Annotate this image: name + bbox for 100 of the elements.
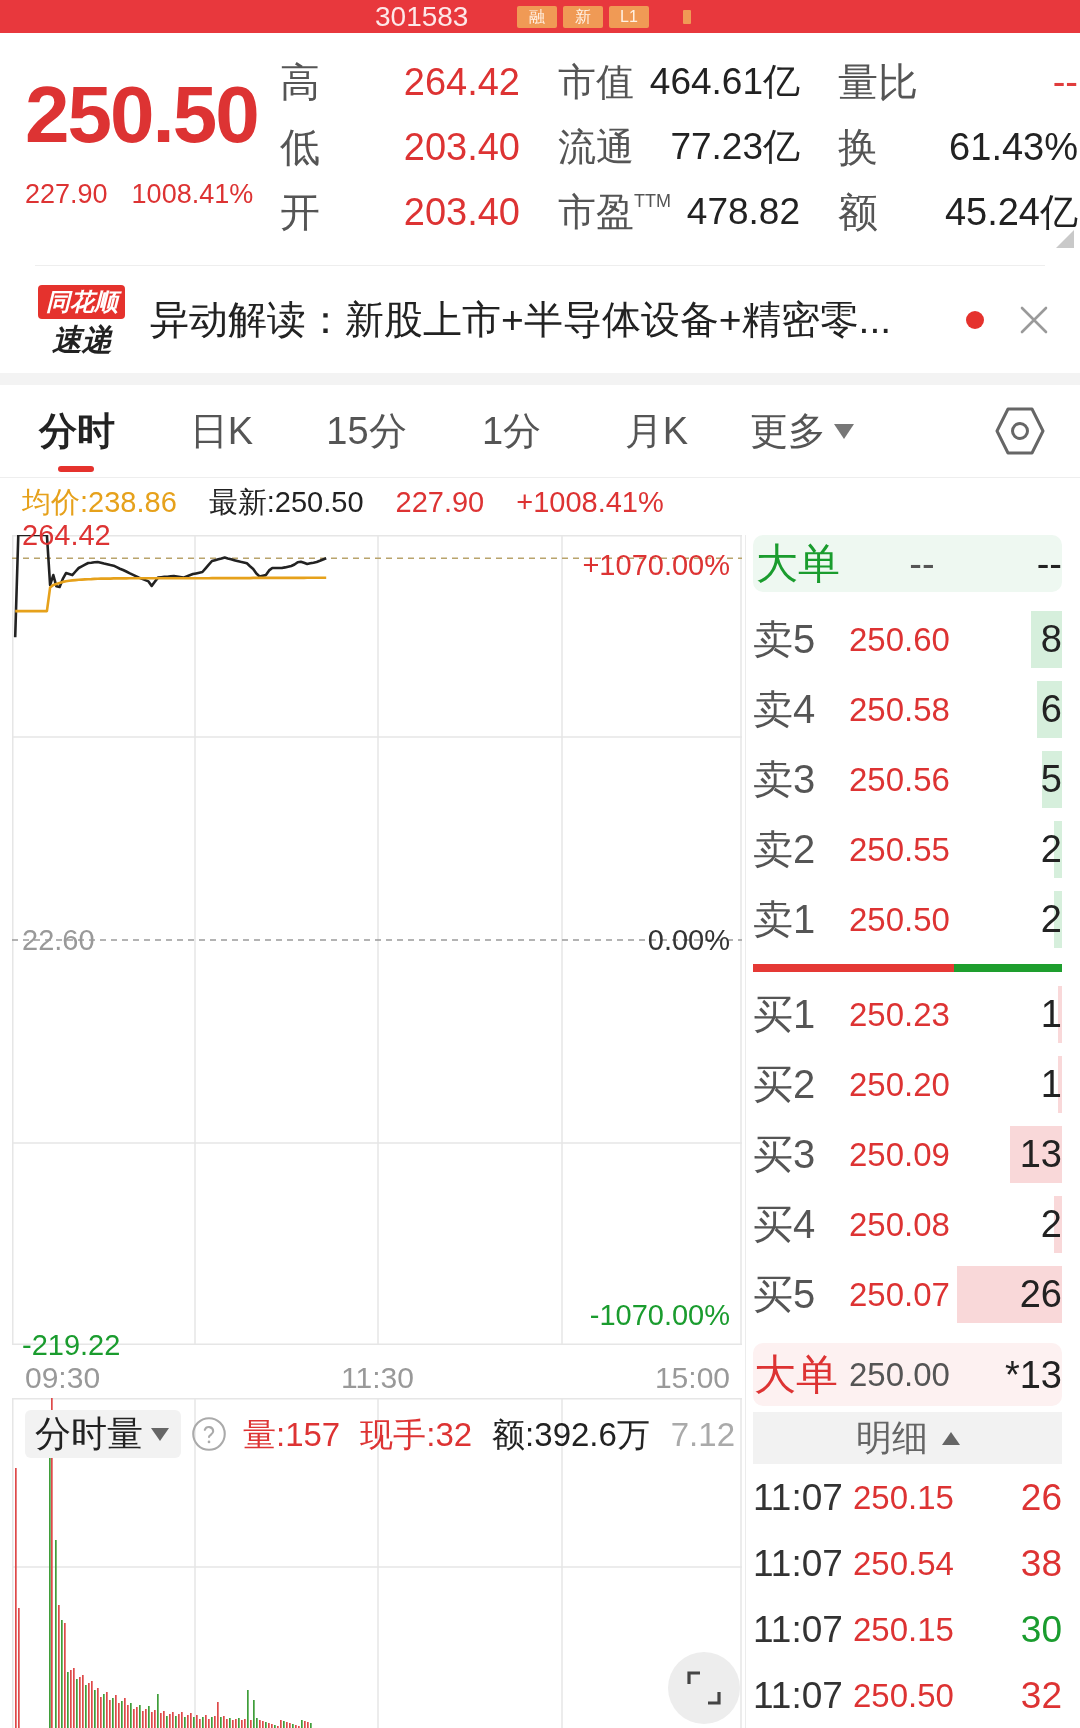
big-order-value: -- (1035, 544, 1062, 583)
order-price: 250.09 (849, 1137, 950, 1171)
date-label: 7.12 (670, 1417, 735, 1451)
trade-list-header[interactable]: 明细 (753, 1412, 1062, 1464)
stock-tag: L1 (609, 5, 649, 28)
order-level-label: 卖5 (753, 619, 817, 659)
order-volume: 26 (1019, 1275, 1062, 1313)
order-volume: 2 (1040, 900, 1062, 938)
order-volume: 13 (1019, 1135, 1062, 1173)
stat-value: 77.23亿 (670, 128, 800, 165)
price-axis-label: 264.42 (22, 520, 111, 550)
logo-subtitle: 速递 (51, 324, 112, 355)
chart-tab[interactable]: 日K (149, 385, 294, 477)
trade-time: 11:07 (753, 1544, 844, 1582)
order-level-label: 卖2 (753, 829, 817, 869)
big-order-label: 大单 (755, 542, 841, 585)
order-level-label: 卖1 (753, 899, 817, 939)
order-volume: 6 (1040, 690, 1062, 728)
order-volume: 1 (1040, 995, 1062, 1033)
close-icon[interactable] (1020, 305, 1048, 334)
order-price: 250.60 (849, 622, 950, 656)
order-price: 250.20 (849, 1067, 950, 1101)
trade-time: 11:07 (753, 1610, 844, 1648)
chart-tab[interactable]: 分时 (4, 385, 149, 477)
indicator-selector[interactable]: 分时量 (25, 1410, 181, 1458)
stat-value: 203.40 (403, 127, 520, 166)
percent-change: 1008.41% (131, 179, 254, 209)
stat-label: 低 (280, 126, 320, 167)
stat-value: -- (1052, 62, 1078, 101)
percent-axis-label: -1070.00% (589, 1298, 730, 1333)
order-volume: 2 (1040, 1205, 1062, 1243)
news-headline[interactable]: 异动解读：新股上市+半导体设备+精密零... (150, 300, 892, 339)
stat-value: 45.24亿 (944, 192, 1078, 231)
expand-icon (687, 1671, 721, 1705)
order-price: 250.55 (849, 832, 950, 866)
volume-stat: 现手:32 (360, 1417, 473, 1451)
stat-value: 478.82 (686, 193, 800, 230)
big-order-volume: *13 (1004, 1355, 1062, 1394)
order-level-label: 卖4 (753, 689, 817, 729)
settings-icon[interactable] (995, 407, 1045, 455)
legend-text: 227.90 (395, 488, 485, 517)
legend-text: +1008.41% (516, 488, 664, 517)
time-axis-label: 15:00 (654, 1363, 730, 1393)
stat-label: 高 (280, 61, 320, 102)
caret-up-icon (941, 1431, 960, 1445)
trade-price: 250.15 (853, 1612, 954, 1646)
logo-title: 同花顺 (38, 284, 125, 319)
trade-volume: 38 (1020, 1544, 1062, 1582)
stat-label: 流通 (558, 127, 634, 166)
last-price: 250.50 (25, 75, 259, 155)
order-price: 250.23 (849, 997, 950, 1031)
order-price: 250.58 (849, 692, 950, 726)
stat-label: 量比 (838, 61, 918, 102)
caret-down-icon (151, 1427, 169, 1441)
trade-time: 11:07 (753, 1676, 844, 1714)
stat-label: 市盈$^{TTM}$ (558, 192, 671, 231)
stat-label: 换 (838, 126, 878, 167)
caret-down-icon (833, 423, 854, 439)
chart-tab[interactable]: 15分 (294, 385, 439, 477)
percent-axis-label: +1070.00% (582, 548, 730, 583)
legend-text: 最新:250.50 (208, 488, 364, 517)
corner-triangle-icon[interactable] (1056, 230, 1074, 248)
stat-label: 市值 (558, 62, 634, 101)
trade-price: 250.15 (853, 1480, 954, 1514)
price-axis-label: 22.60 (22, 925, 95, 955)
percent-axis-label: 0.00% (647, 923, 730, 958)
order-price: 250.56 (849, 762, 950, 796)
price-change: 227.90 (25, 179, 108, 209)
big-order-value: -- (908, 544, 936, 583)
order-volume: 5 (1040, 760, 1062, 798)
chart-tab[interactable]: 更多 (729, 385, 874, 477)
chart-tab[interactable]: 1分 (439, 385, 584, 477)
stat-label: 额 (838, 191, 878, 232)
time-axis-label: 11:30 (341, 1363, 414, 1393)
order-level-label: 买3 (753, 1134, 817, 1174)
order-level-label: 买2 (753, 1064, 817, 1104)
stock-tag: 新 (563, 5, 603, 28)
chart-tab[interactable]: 月K (584, 385, 729, 477)
stat-value: 464.61亿 (649, 63, 800, 100)
stat-value: 61.43% (949, 127, 1078, 166)
trade-list-title: 明细 (855, 1420, 928, 1456)
trade-price: 250.50 (853, 1678, 954, 1712)
big-order-label: 大单 (753, 1353, 839, 1396)
indicator-icon (683, 9, 691, 24)
stat-value: 264.42 (403, 62, 520, 101)
stat-label: 开 (280, 191, 320, 232)
big-order-price: 250.00 (849, 1358, 950, 1391)
volume-stat: 量:157 (243, 1417, 341, 1451)
trade-price: 250.54 (853, 1546, 954, 1580)
order-price: 250.50 (849, 902, 950, 936)
trade-time: 11:07 (753, 1478, 844, 1516)
order-level-label: 买1 (753, 994, 817, 1034)
volume-stat: 额:392.6万 (492, 1417, 650, 1451)
order-level-label: 买4 (753, 1204, 817, 1244)
stock-code: 301583 (375, 2, 470, 31)
legend-text: 均价:238.86 (22, 488, 177, 517)
stock-tag: 融 (517, 5, 557, 28)
order-level-label: 买5 (753, 1274, 817, 1314)
order-volume: 8 (1040, 620, 1062, 658)
help-icon[interactable] (191, 1416, 227, 1452)
